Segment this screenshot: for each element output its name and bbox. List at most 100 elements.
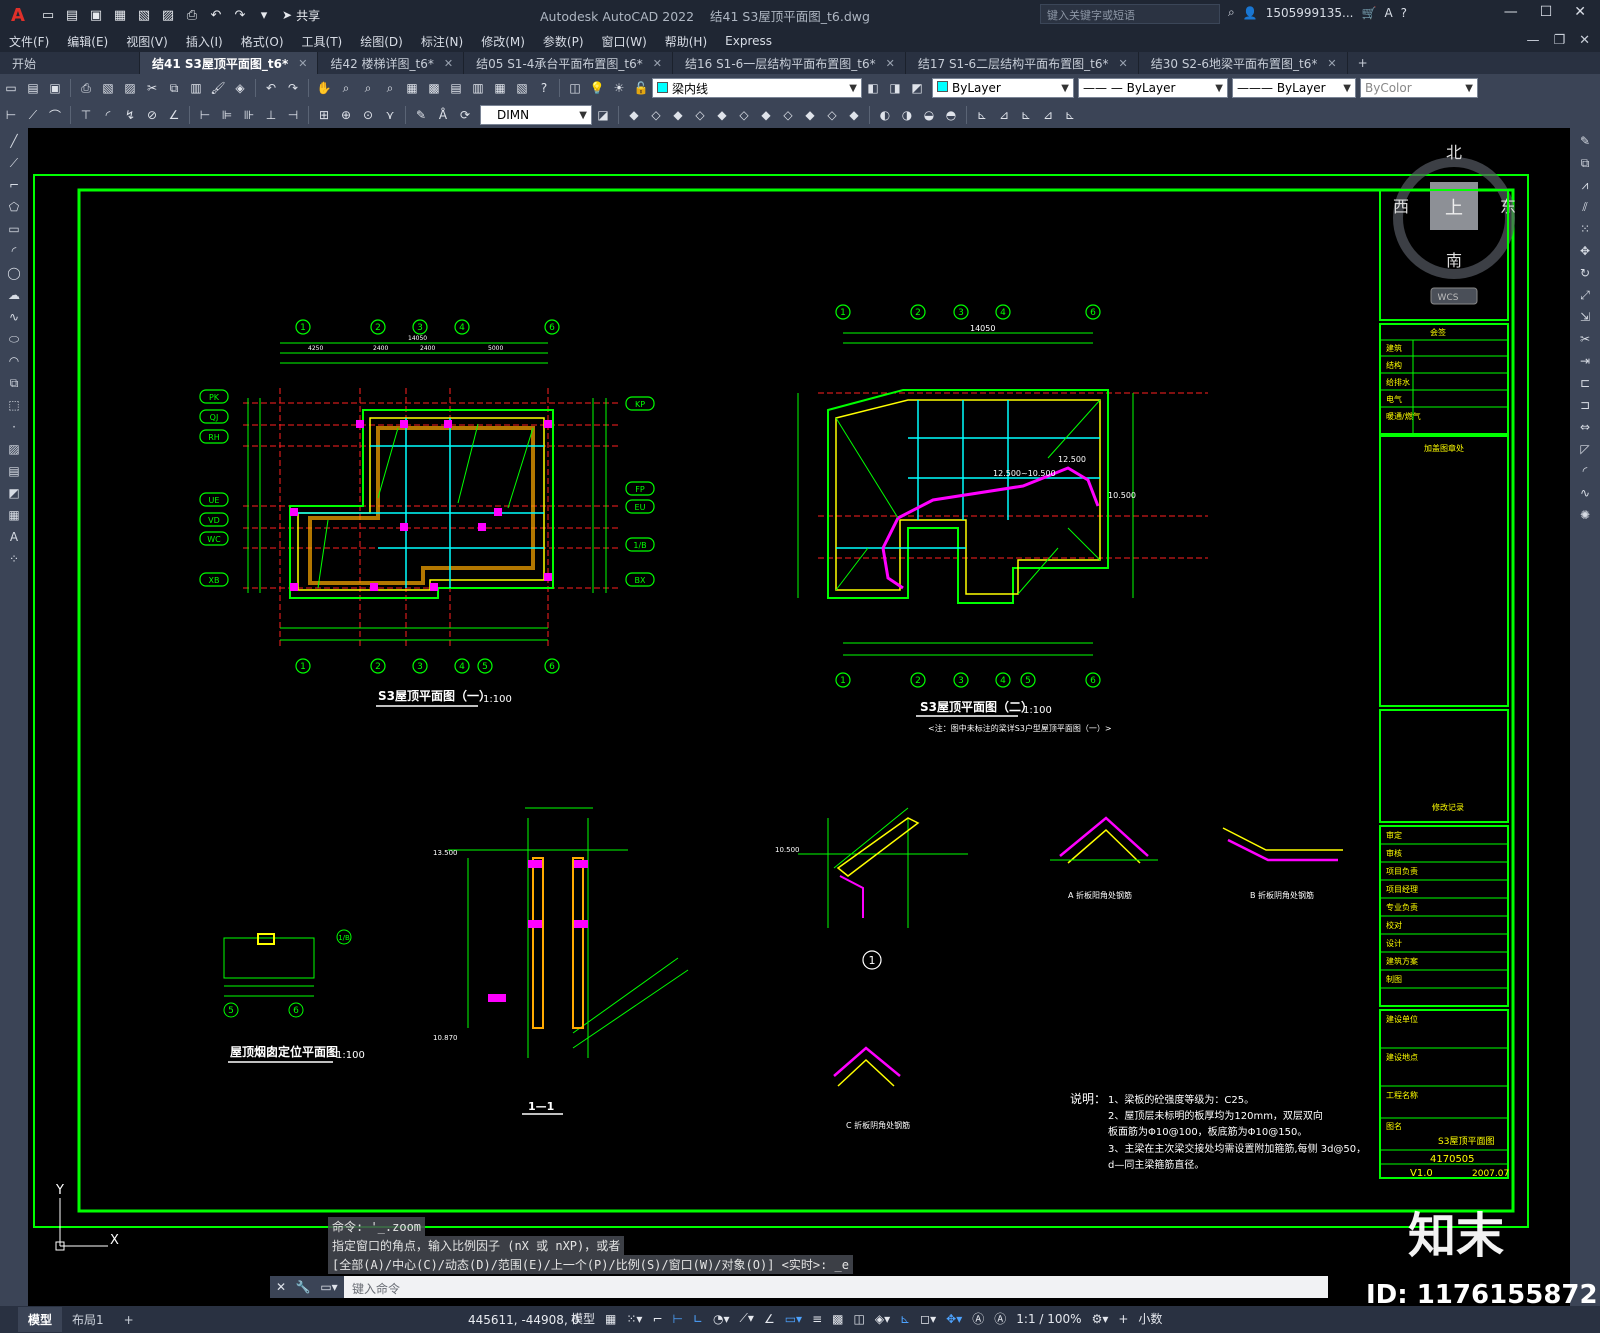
scale-icon[interactable]: ⤢	[1576, 286, 1594, 304]
search-input[interactable]: 键入关键字或短语	[1040, 4, 1220, 24]
undo-icon[interactable]: ↶	[206, 5, 226, 25]
view-ne-icon[interactable]: ◇	[823, 106, 841, 124]
selection-cycling-icon[interactable]: ◫	[851, 1312, 868, 1326]
maximize-icon[interactable]: ☐	[1540, 4, 1553, 20]
menu-dimension[interactable]: 标注(N)	[412, 33, 472, 50]
save-icon[interactable]: ▣	[86, 5, 106, 25]
copy-object-icon[interactable]: ⧉	[1576, 154, 1594, 172]
match-properties-icon[interactable]: 🖌	[209, 79, 227, 97]
rectangle-icon[interactable]: ▭	[5, 220, 23, 238]
share-button[interactable]: ➤ 共享	[276, 7, 326, 24]
ucs-previous-icon[interactable]: ⊾	[1017, 106, 1035, 124]
block-editor-icon[interactable]: ◈	[231, 79, 249, 97]
view-bottom-icon[interactable]: ◆	[669, 106, 687, 124]
table-icon[interactable]: ▦	[5, 506, 23, 524]
layer-previous-icon[interactable]: ◨	[886, 79, 904, 97]
gradient-icon[interactable]: ▤	[5, 462, 23, 480]
spline-icon[interactable]: ∿	[5, 308, 23, 326]
units-dropdown[interactable]: 小数	[1135, 1310, 1165, 1327]
command-input[interactable]: 键入命令	[344, 1276, 1328, 1298]
array-icon[interactable]: ⁙	[1576, 220, 1594, 238]
pan-icon[interactable]: ✋	[315, 79, 333, 97]
wcs-menu[interactable]: WCS	[1438, 293, 1459, 303]
command-close-icon[interactable]: ✕	[270, 1276, 292, 1298]
dim-text-edit-icon[interactable]: Å	[434, 106, 452, 124]
menu-modify[interactable]: 修改(M)	[472, 33, 534, 50]
dim-space-icon[interactable]: ⊥	[262, 106, 280, 124]
dim-update-icon[interactable]: ⟳	[456, 106, 474, 124]
layer-unlock-icon[interactable]: 🔓	[632, 79, 650, 97]
viewcube[interactable]: 上 北 南 西 东 WCS	[1393, 143, 1516, 305]
new-icon[interactable]: ▭	[2, 79, 20, 97]
menu-view[interactable]: 视图(V)	[117, 33, 177, 50]
dim-aligned-icon[interactable]: ⟋	[24, 106, 42, 124]
ucs-face-icon[interactable]: ⊿	[1039, 106, 1057, 124]
user-name[interactable]: 1505999135...	[1266, 6, 1354, 20]
tab-start[interactable]: 开始	[0, 52, 140, 74]
copy-icon[interactable]: ⧉	[165, 79, 183, 97]
polar-tracking-icon[interactable]: ◔▾	[710, 1312, 733, 1326]
preview-icon[interactable]: ▧	[99, 79, 117, 97]
menu-tools[interactable]: 工具(T)	[293, 33, 352, 50]
lineweight-dropdown[interactable]: ——— ByLayer ▼	[1232, 78, 1356, 98]
tool-palettes-icon[interactable]: ▤	[447, 79, 465, 97]
visual-style-2d-icon[interactable]: ◐	[876, 106, 894, 124]
move-icon[interactable]: ✥	[1576, 242, 1594, 260]
tab-close-icon[interactable]: ✕	[1119, 57, 1128, 70]
object-snap-icon[interactable]: ▭▾	[782, 1312, 805, 1326]
multiline-text-icon[interactable]: A	[5, 528, 23, 546]
tab-close-icon[interactable]: ✕	[886, 57, 895, 70]
zoom-previous-icon[interactable]: ⌕	[381, 79, 399, 97]
drawing-canvas[interactable]: 4250 2400 2400 5000 14050 1 2 3 4 6 1 2 …	[28, 128, 1570, 1306]
ellipse-icon[interactable]: ⬭	[5, 330, 23, 348]
jogged-linear-icon[interactable]: ⋎	[381, 106, 399, 124]
menu-draw[interactable]: 绘图(D)	[351, 33, 412, 50]
ortho-icon[interactable]: ∟	[690, 1312, 706, 1326]
plot-icon[interactable]: ⎙	[77, 79, 95, 97]
open-icon[interactable]: ▤	[24, 79, 42, 97]
autodesk-app-icon[interactable]: A	[1384, 6, 1392, 20]
dim-style-icon[interactable]: ◪	[594, 106, 612, 124]
tab-close-icon[interactable]: ✕	[444, 57, 453, 70]
markup-icon[interactable]: ▦	[491, 79, 509, 97]
visual-style-hidden-icon[interactable]: ◒	[920, 106, 938, 124]
erase-icon[interactable]: ✎	[1576, 132, 1594, 150]
view-front-icon[interactable]: ◇	[735, 106, 753, 124]
view-back-icon[interactable]: ◆	[757, 106, 775, 124]
layer-thaw-icon[interactable]: ☀	[610, 79, 628, 97]
polyline-icon[interactable]: ⌐	[5, 176, 23, 194]
zoom-realtime-icon[interactable]: ⌕	[337, 79, 355, 97]
dim-edit-icon[interactable]: ✎	[412, 106, 430, 124]
dim-linear-icon[interactable]: ⊢	[2, 106, 20, 124]
open-file-icon[interactable]: ▤	[62, 5, 82, 25]
join-icon[interactable]: ⇔	[1576, 418, 1594, 436]
tab-active-document[interactable]: 结41 S3屋顶平面图_t6* ✕	[140, 52, 319, 74]
chamfer-icon[interactable]: ◸	[1576, 440, 1594, 458]
isodraft-icon[interactable]: ⟋▾	[737, 1311, 757, 1326]
insert-block-icon[interactable]: ⧉	[5, 374, 23, 392]
layer-dropdown[interactable]: 梁内线 ▼	[652, 78, 862, 98]
blend-curves-icon[interactable]: ∿	[1576, 484, 1594, 502]
calculator-icon[interactable]: ▧	[513, 79, 531, 97]
polygon-icon[interactable]: ⬠	[5, 198, 23, 216]
paste-icon[interactable]: ▥	[187, 79, 205, 97]
visual-style-real-icon[interactable]: ◓	[942, 106, 960, 124]
dim-diameter-icon[interactable]: ⊘	[143, 106, 161, 124]
infer-constraints-icon[interactable]: ⌐	[649, 1312, 665, 1326]
quick-dim-icon[interactable]: ⊢	[196, 106, 214, 124]
ucs-world-icon[interactable]: ⊿	[995, 106, 1013, 124]
gizmo-icon[interactable]: ✥▾	[943, 1312, 965, 1326]
plotstyle-dropdown[interactable]: ByColor ▼	[1360, 78, 1478, 98]
sheet-set-icon[interactable]: ▥	[469, 79, 487, 97]
publish-icon[interactable]: ▨	[121, 79, 139, 97]
circle-icon[interactable]: ◯	[5, 264, 23, 282]
customize-quick-access-icon[interactable]: ▾	[254, 5, 274, 25]
region-icon[interactable]: ◩	[5, 484, 23, 502]
tab-layout1[interactable]: 布局1	[62, 1307, 114, 1332]
tab-document[interactable]: 结05 S1-4承台平面布置图_t6* ✕	[464, 52, 673, 74]
menu-parametric[interactable]: 参数(P)	[534, 33, 593, 50]
menu-insert[interactable]: 插入(I)	[177, 33, 232, 50]
viewcube-south[interactable]: 南	[1446, 251, 1462, 270]
dim-arc-icon[interactable]: ⌒	[46, 106, 64, 124]
view-sw-icon[interactable]: ◇	[779, 106, 797, 124]
